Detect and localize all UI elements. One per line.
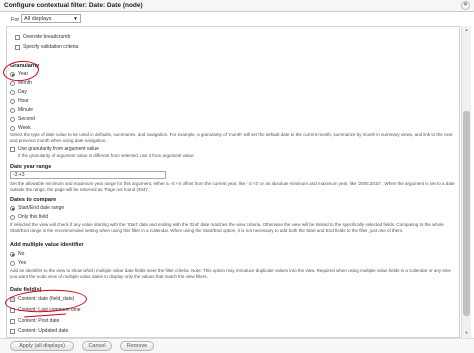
use-granularity-option[interactable]: Use granularity from argument value bbox=[10, 146, 99, 152]
for-display-select[interactable]: All displays ▼ bbox=[21, 14, 81, 23]
multiple-value-radio-no[interactable] bbox=[10, 251, 15, 257]
granularity-option-hour[interactable]: Hour bbox=[10, 98, 29, 104]
override-breadcrumb-checkbox[interactable] bbox=[15, 34, 20, 40]
granularity-label-year: Year bbox=[18, 71, 29, 77]
scroll-up-icon[interactable]: ▲ bbox=[463, 27, 470, 33]
date-year-range-value: -3:+3 bbox=[13, 172, 25, 178]
granularity-label-second: Second bbox=[18, 116, 35, 122]
granularity-radio-second[interactable] bbox=[10, 116, 15, 122]
override-breadcrumb-label: Override breadcrumb bbox=[23, 34, 71, 40]
dates-to-compare-heading: Dates to compare bbox=[10, 197, 57, 203]
scrollbar-thumb[interactable] bbox=[463, 111, 470, 316]
specify-validation-checkbox[interactable] bbox=[15, 44, 20, 50]
chevron-down-icon: ▼ bbox=[73, 16, 78, 22]
date-fields-heading: Date field(s) bbox=[10, 287, 42, 293]
compare-option-range[interactable]: Start/End date range bbox=[10, 205, 64, 211]
date-field-label: Content: Updated date bbox=[18, 328, 69, 334]
granularity-description: Select the type of date value to be used… bbox=[10, 132, 453, 143]
granularity-option-minute[interactable]: Minute bbox=[10, 107, 33, 113]
date-year-range-description: Set the allowable minimum and maximum ye… bbox=[10, 181, 455, 192]
date-year-range-input[interactable]: -3:+3 bbox=[10, 171, 166, 179]
for-label: For bbox=[11, 17, 20, 23]
multiple-value-option-no[interactable]: No bbox=[10, 251, 24, 257]
granularity-radio-minute[interactable] bbox=[10, 107, 15, 113]
date-field-item[interactable]: Content: date (field_date) bbox=[10, 296, 74, 302]
granularity-label-month: Month bbox=[18, 80, 32, 86]
dialog-title-bar: Configure contextual filter: Date: Date … bbox=[0, 0, 474, 12]
date-field-item[interactable]: Content: Updated date bbox=[10, 328, 68, 334]
date-field-label: Content: Last comment time bbox=[18, 307, 81, 313]
compare-option-field[interactable]: Only this field bbox=[10, 214, 48, 220]
granularity-option-day[interactable]: Day bbox=[10, 89, 27, 95]
multiple-value-option-yes[interactable]: Yes bbox=[10, 260, 26, 266]
compare-radio-range[interactable] bbox=[10, 205, 15, 211]
scroll-down-icon[interactable]: ▼ bbox=[463, 330, 470, 336]
granularity-option-second[interactable]: Second bbox=[10, 116, 35, 122]
vertical-scrollbar[interactable]: ▲ ▼ bbox=[461, 26, 471, 338]
date-field-checkbox[interactable] bbox=[10, 296, 15, 302]
granularity-option-week[interactable]: Week bbox=[10, 125, 31, 131]
date-field-item[interactable]: Content: Post date bbox=[10, 318, 59, 324]
close-icon[interactable]: × bbox=[461, 1, 470, 10]
granularity-radio-hour[interactable] bbox=[10, 98, 15, 104]
granularity-label-week: Week bbox=[18, 125, 31, 131]
dates-to-compare-description: If selected the view will check if any v… bbox=[10, 222, 444, 233]
multiple-value-label-no: No bbox=[18, 251, 25, 257]
granularity-radio-month[interactable] bbox=[10, 80, 15, 86]
for-display-value: All displays bbox=[24, 16, 52, 22]
granularity-label-day: Day bbox=[18, 89, 27, 95]
multiple-value-heading: Add multiple value identifier bbox=[10, 242, 84, 248]
multiple-value-label-yes: Yes bbox=[18, 260, 27, 266]
compare-radio-field[interactable] bbox=[10, 214, 15, 220]
cancel-button[interactable]: Cancel bbox=[82, 341, 112, 351]
date-field-checkbox[interactable] bbox=[10, 328, 15, 334]
override-breadcrumb-option[interactable]: Override breadcrumb bbox=[15, 34, 70, 40]
specify-validation-option[interactable]: Specify validation criteria bbox=[15, 44, 78, 50]
dialog-title: Configure contextual filter: Date: Date … bbox=[4, 2, 143, 9]
granularity-label-hour: Hour bbox=[18, 98, 29, 104]
date-field-item[interactable]: Content: Last comment time bbox=[10, 307, 81, 313]
granularity-heading: Granularity bbox=[10, 63, 40, 69]
granularity-radio-day[interactable] bbox=[10, 89, 15, 95]
use-granularity-description: If the granularity of argument value is … bbox=[18, 153, 195, 158]
date-field-checkbox[interactable] bbox=[10, 307, 15, 313]
granularity-option-year[interactable]: Year bbox=[10, 71, 28, 77]
multiple-value-description: Add an identifier to the view to show wh… bbox=[10, 268, 451, 279]
granularity-option-month[interactable]: Month bbox=[10, 80, 32, 86]
date-field-label: Content: Post date bbox=[18, 318, 60, 324]
date-field-label: Content: date (field_date) bbox=[18, 296, 75, 302]
remove-button[interactable]: Remove bbox=[120, 341, 154, 351]
date-field-checkbox[interactable] bbox=[10, 318, 15, 324]
granularity-label-minute: Minute bbox=[18, 107, 34, 113]
compare-label-field: Only this field bbox=[18, 214, 49, 220]
compare-label-range: Start/End date range bbox=[18, 205, 65, 211]
granularity-radio-week[interactable] bbox=[10, 125, 15, 131]
apply-button[interactable]: Apply (all displays) bbox=[10, 341, 74, 351]
specify-validation-label: Specify validation criteria bbox=[23, 44, 79, 50]
use-granularity-checkbox[interactable] bbox=[10, 146, 15, 152]
use-granularity-label: Use granularity from argument value bbox=[18, 146, 99, 152]
multiple-value-radio-yes[interactable] bbox=[10, 260, 15, 266]
date-year-range-heading: Date year range bbox=[10, 164, 52, 170]
granularity-radio-year[interactable] bbox=[10, 71, 15, 77]
